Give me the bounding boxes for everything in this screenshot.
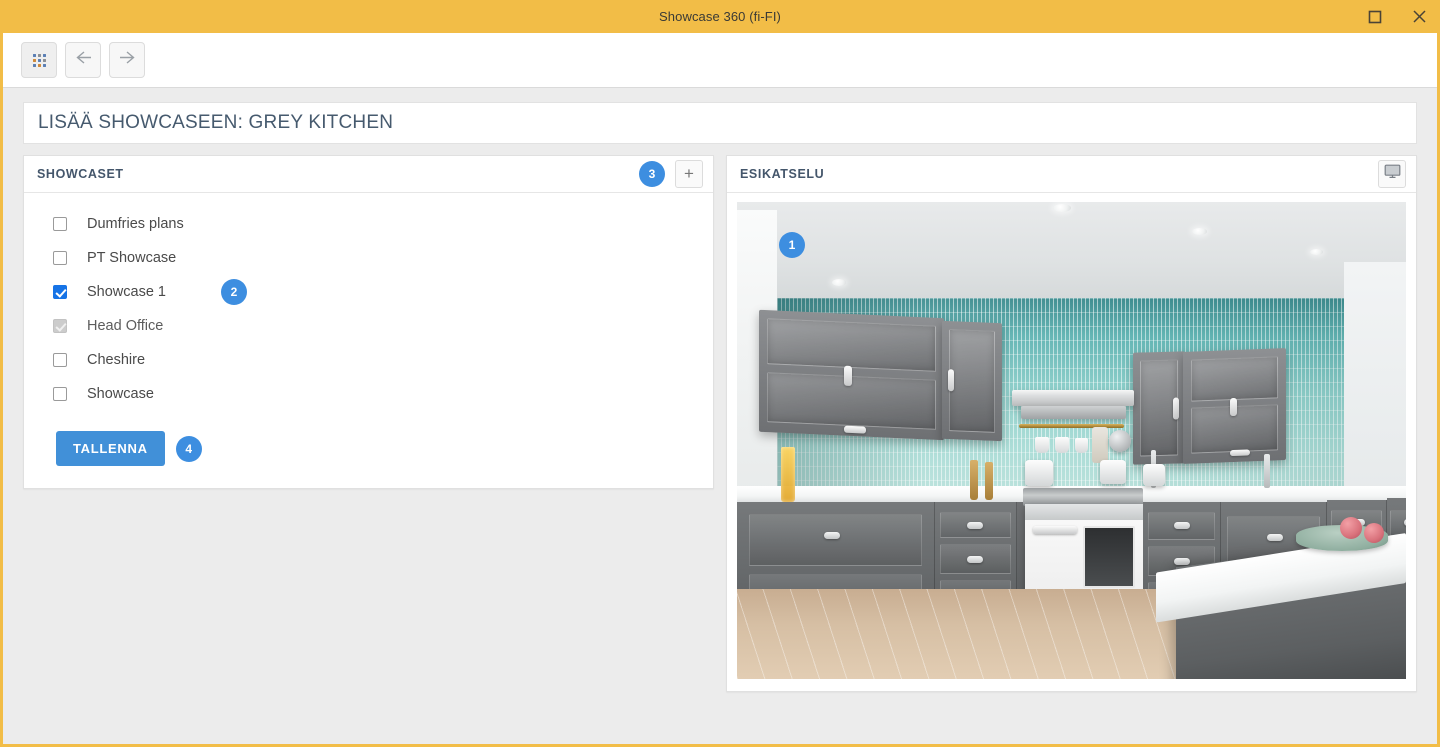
showcases-panel: SHOWCASET 3 + Dumfries plans PT Showcase: [23, 155, 714, 489]
checkbox-showcase[interactable]: [53, 387, 67, 401]
close-button[interactable]: [1404, 2, 1434, 32]
preview-header-actions: [1378, 160, 1406, 188]
list-item[interactable]: Cheshire: [24, 343, 713, 377]
list-item-label: Showcase: [87, 386, 154, 402]
kitchen-render-image[interactable]: 1: [737, 202, 1406, 679]
list-item-label: Showcase 1: [87, 284, 166, 300]
page-title: LISÄÄ SHOWCASEEN: GREY KITCHEN: [38, 112, 394, 133]
checkbox-showcase-1[interactable]: [53, 285, 67, 299]
grid-view-button[interactable]: [21, 42, 57, 78]
app-window: Showcase 360 (fi-FI) LISÄÄ SHOWCASEEN: G…: [0, 0, 1440, 747]
save-row: TALLENNA 4: [24, 421, 713, 488]
monitor-icon: [1384, 164, 1401, 184]
checkbox-dumfries-plans[interactable]: [53, 217, 67, 231]
checkbox-cheshire[interactable]: [53, 353, 67, 367]
preview-panel-header: ESIKATSELU: [727, 156, 1416, 193]
save-button[interactable]: TALLENNA: [56, 431, 165, 466]
window-title: Showcase 360 (fi-FI): [659, 9, 781, 24]
checkbox-pt-showcase[interactable]: [53, 251, 67, 265]
back-button[interactable]: [65, 42, 101, 78]
showcases-heading: SHOWCASET: [37, 167, 124, 181]
maximize-button[interactable]: [1360, 2, 1390, 32]
page-title-bar: LISÄÄ SHOWCASEEN: GREY KITCHEN: [23, 102, 1417, 144]
grid-icon: [32, 53, 46, 67]
preview-body: 1: [727, 193, 1416, 691]
list-item-label: Head Office: [87, 318, 164, 334]
list-item-label: Dumfries plans: [87, 216, 184, 232]
window-controls: [1360, 0, 1434, 33]
showcases-header-actions: 3 +: [639, 160, 703, 188]
showcases-panel-header: SHOWCASET 3 +: [24, 156, 713, 193]
add-showcase-button[interactable]: +: [675, 160, 703, 188]
step-badge-1: 1: [779, 232, 805, 258]
arrow-right-icon: [119, 50, 136, 70]
plus-icon: +: [684, 163, 694, 183]
preview-panel: ESIKATSELU 1: [726, 155, 1417, 692]
list-item-label: PT Showcase: [87, 250, 177, 266]
app-toolbar: [3, 33, 1437, 88]
step-badge-4: 4: [175, 435, 202, 462]
list-item: Head Office: [24, 309, 713, 343]
display-mode-button[interactable]: [1378, 160, 1406, 188]
list-item[interactable]: Showcase 1 2: [24, 275, 713, 309]
showcase-list: Dumfries plans PT Showcase Showcase 1 2 …: [24, 193, 713, 421]
close-icon: [1412, 9, 1427, 24]
checkbox-head-office: [53, 319, 67, 333]
list-item-label: Cheshire: [87, 352, 146, 368]
step-badge-3: 3: [639, 161, 665, 187]
title-bar: Showcase 360 (fi-FI): [3, 0, 1437, 33]
list-item[interactable]: PT Showcase: [24, 241, 713, 275]
forward-button[interactable]: [109, 42, 145, 78]
list-item[interactable]: Dumfries plans: [24, 207, 713, 241]
maximize-icon: [1368, 10, 1382, 24]
preview-heading: ESIKATSELU: [740, 167, 825, 181]
list-item[interactable]: Showcase: [24, 377, 713, 411]
arrow-left-icon: [75, 50, 92, 70]
content-area: SHOWCASET 3 + Dumfries plans PT Showcase: [3, 144, 1437, 692]
step-badge-2: 2: [221, 279, 247, 305]
